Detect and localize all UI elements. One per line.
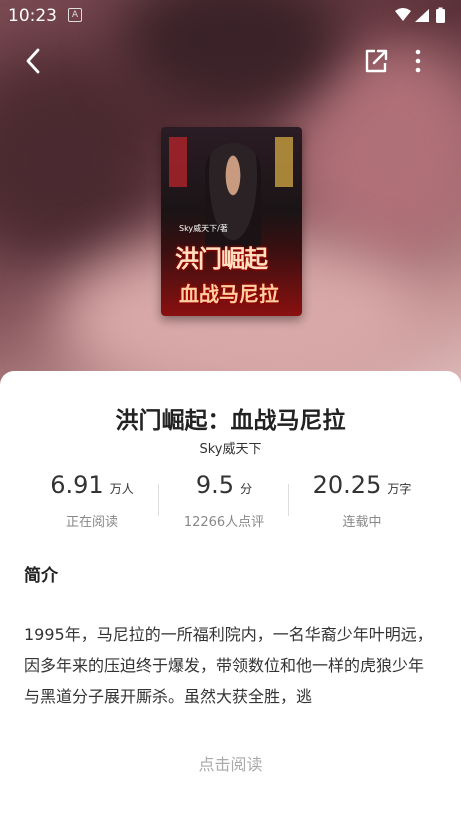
stat-label: 12266人点评 <box>183 515 265 530</box>
cover-title-line1: 洪门崛起 <box>175 245 268 273</box>
battery-icon <box>436 9 445 23</box>
stat-value: 20.25 <box>312 471 382 499</box>
cover-author-text: Sky威天下/著 <box>179 224 228 233</box>
book-title: 洪门崛起：血战马尼拉 <box>115 408 346 434</box>
more-vertical-icon[interactable] <box>401 44 435 78</box>
stat-divider <box>288 484 289 516</box>
cover-title-line2: 血战马尼拉 <box>179 282 279 306</box>
book-author: Sky威天下 <box>199 442 262 457</box>
stat-value: 6.91 <box>50 471 104 499</box>
read-button[interactable]: 点击阅读 <box>0 751 461 775</box>
system-icons <box>393 7 453 29</box>
stat-value: 9.5 <box>195 471 235 499</box>
wifi-icon <box>395 8 411 21</box>
stat-readers: 6.91 万人 正在阅读 <box>22 471 162 530</box>
cover-figure <box>205 143 261 251</box>
stat-label: 正在阅读 <box>65 515 118 530</box>
share-icon[interactable] <box>359 44 393 78</box>
status-time: 10:23 <box>8 6 57 26</box>
stat-rating: 9.5 分 12266人点评 <box>154 471 294 530</box>
stat-label: 连载中 <box>342 515 382 530</box>
stat-unit: 万字 <box>387 482 412 496</box>
stat-word-count: 20.25 万字 连载中 <box>292 471 432 530</box>
book-cover[interactable]: Sky威天下/著 洪门崛起 血战马尼拉 <box>161 127 302 316</box>
signal-icon <box>415 9 429 22</box>
back-arrow-icon[interactable] <box>17 44 51 78</box>
book-detail-sheet: 洪门崛起：血战马尼拉 Sky威天下 6.91 万人 正在阅读 9.5 分 12266… <box>0 371 461 819</box>
status-bar: 10:23 A <box>0 0 461 32</box>
stat-unit: 分 <box>240 482 253 496</box>
stat-unit: 万人 <box>109 482 134 496</box>
notification-icon: A <box>68 8 82 22</box>
intro-text: 1995年，马尼拉的一所福利院内，一名华裔少年叶明远，因多年来的压迫终于爆发，带… <box>24 625 433 706</box>
intro-heading: 简介 <box>24 566 58 586</box>
